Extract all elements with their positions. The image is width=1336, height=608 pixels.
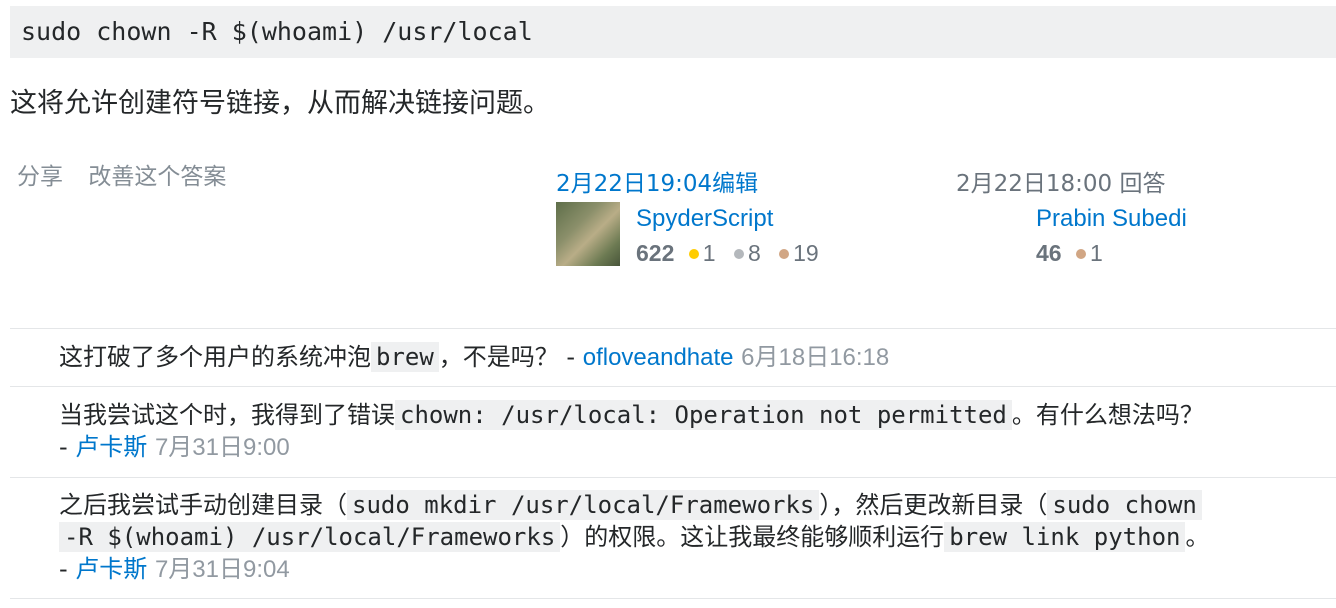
silver-badge-icon (733, 248, 744, 259)
comment-date[interactable]: 7月31日9:00 (155, 434, 290, 461)
silver-badge-count: 8 (747, 240, 761, 266)
gold-badge-count: 1 (702, 240, 716, 266)
comment-date[interactable]: 6月18日16:18 (741, 344, 889, 371)
reputation-score: 46 (1036, 240, 1062, 266)
bronze-badge-icon (779, 248, 790, 259)
editor-reputation: 622 1 8 19 (636, 240, 819, 267)
bronze-badge-count: 19 (793, 240, 819, 266)
avatar[interactable] (556, 202, 620, 266)
gold-badge-icon (688, 248, 699, 259)
edited-link[interactable]: 2月22日19:04编辑 (556, 164, 758, 198)
bronze-badge-icon (1075, 248, 1086, 259)
divider (10, 328, 1336, 329)
improve-answer-link[interactable]: 改善这个答案 (88, 164, 226, 190)
post-menu: 分享 改善这个答案 (17, 157, 244, 191)
editor-name[interactable]: SpyderScript (636, 205, 773, 233)
divider (10, 598, 1336, 599)
comment-date[interactable]: 7月31日9:04 (155, 556, 290, 583)
answer-text: 这将允许创建符号链接，从而解决链接问题。 (10, 88, 550, 119)
author-reputation: 46 1 (1036, 240, 1103, 267)
answered-time: 2月22日18:00 回答 (956, 171, 1166, 197)
comment: 当我尝试这个时，我得到了错误 chown: /usr/local: Operati… (59, 400, 1204, 461)
author-name[interactable]: Prabin Subedi (1036, 205, 1187, 233)
inline-code: brew (371, 342, 439, 372)
inline-code: sudo chown (1047, 490, 1202, 520)
code-block: sudo chown -R $(whoami) /usr/local (10, 6, 1336, 58)
comment-user[interactable]: 卢卡斯 (75, 434, 147, 461)
comment-user[interactable]: 卢卡斯 (75, 556, 147, 583)
inline-code: chown: /usr/local: Operation not permitt… (395, 400, 1012, 430)
share-link[interactable]: 分享 (17, 164, 63, 190)
comment: 之后我尝试手动创建目录（ sudo mkdir /usr/local/Framew… (59, 490, 1210, 583)
divider (10, 477, 1336, 478)
inline-code: -R $(whoami) /usr/local/Frameworks (59, 522, 561, 552)
comment-user[interactable]: ofloveandhate (583, 344, 734, 371)
comment: 这打破了多个用户的系统冲泡 brew ，不是吗？ - ofloveandhate 6… (59, 342, 890, 372)
divider (10, 386, 1336, 387)
reputation-score: 622 (636, 240, 675, 266)
bronze-badge-count: 1 (1089, 240, 1103, 266)
inline-code: sudo mkdir /usr/local/Frameworks (347, 490, 820, 520)
inline-code: brew link python (944, 522, 1186, 552)
